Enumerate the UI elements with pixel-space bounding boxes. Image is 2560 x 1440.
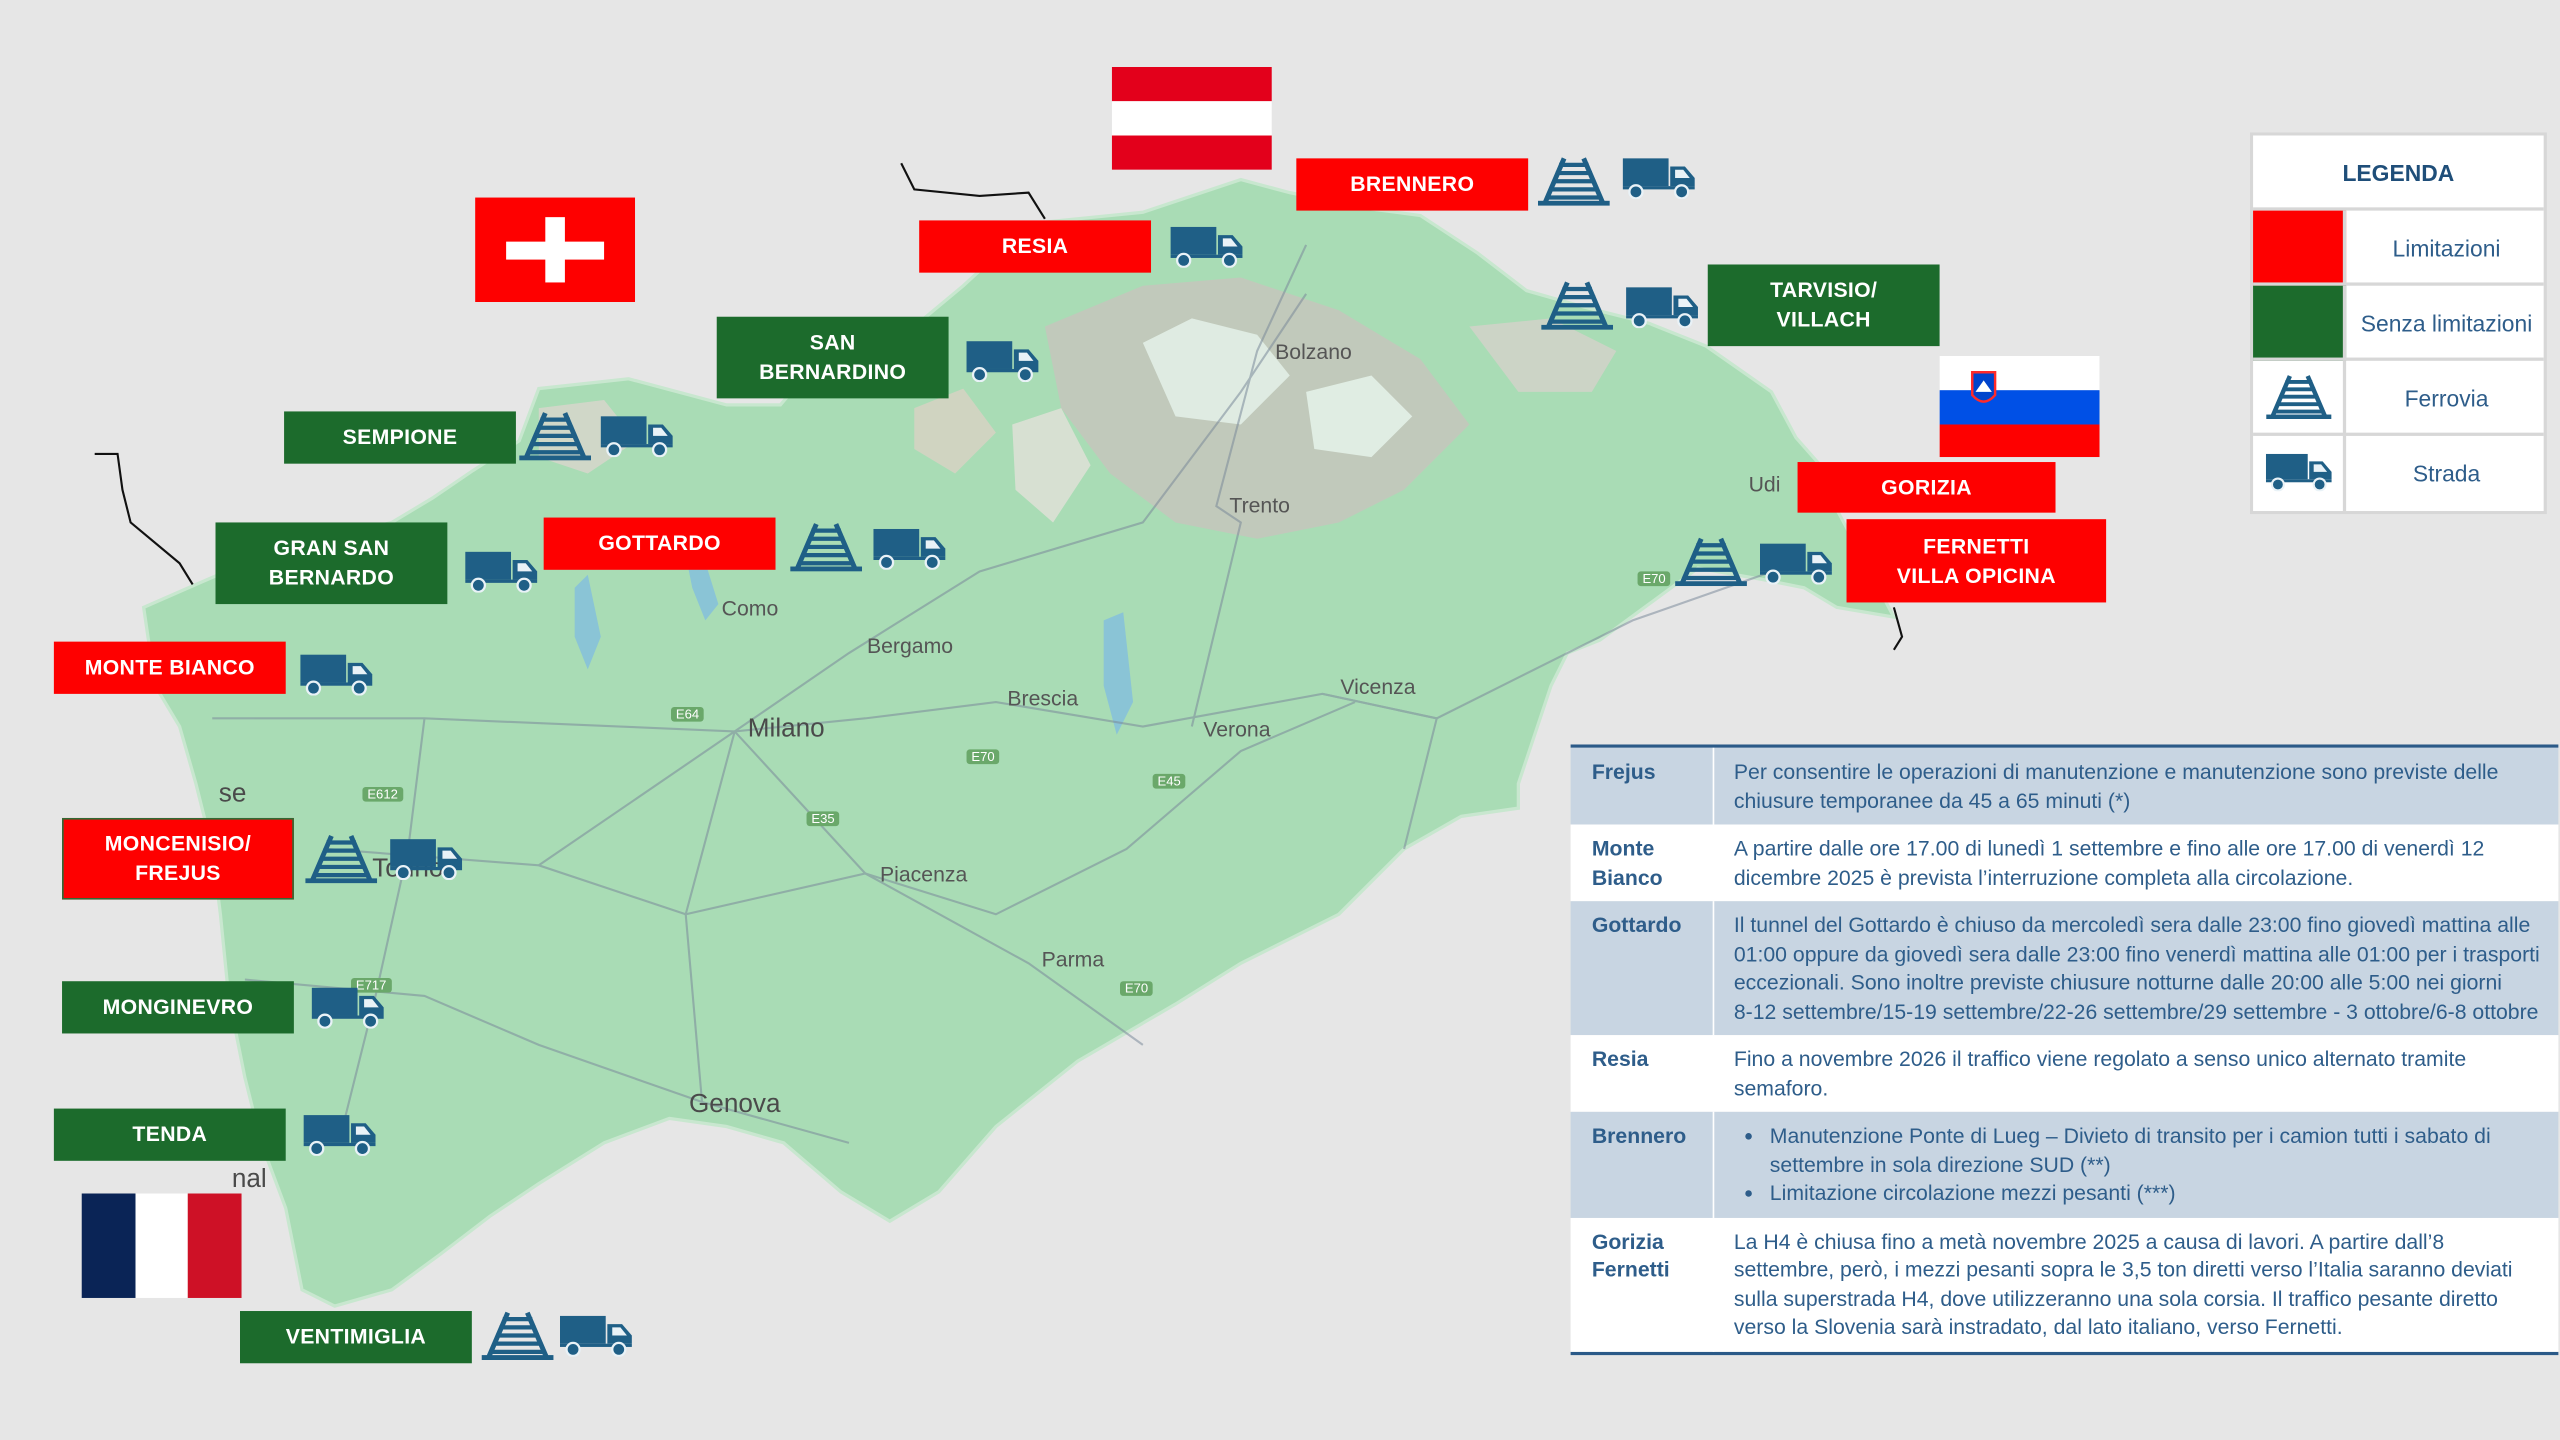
row-key: Gottardo — [1571, 901, 1715, 1036]
road-shield: E70 — [1637, 571, 1671, 587]
table-row: Monte Bianco A partire dalle ore 17.00 d… — [1570, 824, 2559, 902]
crossing-san-bernardino[interactable]: SAN BERNARDINO — [716, 316, 949, 399]
truck-icon — [1169, 225, 1244, 267]
truck-icon — [872, 527, 947, 569]
france-flag — [81, 1193, 242, 1298]
road-shield: E612 — [362, 786, 403, 802]
railway-icon — [790, 522, 862, 571]
city-label: Vicenza — [1340, 674, 1416, 699]
bullet-list: Manutenzione Ponte di Lueg – Divieto di … — [1734, 1122, 2545, 1208]
railway-icon — [482, 1311, 554, 1360]
table-row: Gottardo Il tunnel del Gottardo è chiuso… — [1570, 901, 2559, 1036]
city-label: Udi — [1748, 471, 1781, 497]
crossing-fernetti-villa-opicina[interactable]: FERNETTI VILLA OPICINA — [1846, 519, 2107, 603]
truck-icon — [310, 986, 385, 1028]
legend: LEGENDA Limitazioni Senza limitazioni Fe… — [2249, 132, 2547, 515]
city-label: Trento — [1229, 493, 1290, 518]
city-label: Parma — [1041, 946, 1105, 972]
stage: Bolzano Trento Udi Como Bergamo Milano B… — [0, 0, 2560, 1440]
railway-icon — [305, 834, 377, 883]
legend-item-limitazioni: Limitazioni — [2253, 207, 2544, 286]
railway-icon — [1538, 157, 1610, 206]
row-key: Monte Bianco — [1571, 824, 1715, 902]
legend-title: LEGENDA — [2342, 160, 2455, 187]
row-key: Resia — [1571, 1035, 1715, 1112]
slovenia-flag — [1939, 355, 2100, 458]
truck-icon — [389, 838, 464, 880]
switzerland-flag — [475, 197, 636, 303]
truck-icon — [299, 653, 374, 695]
row-text: La H4 è chiusa fino a metà novembre 2025… — [1733, 1228, 2513, 1339]
legend-label: Senza limitazioni — [2360, 309, 2533, 336]
truck-icon — [2264, 452, 2333, 491]
austria-flag — [1111, 66, 1272, 170]
legend-label: Strada — [2412, 459, 2481, 486]
truck-icon — [1758, 542, 1833, 584]
city-label: Bergamo — [866, 633, 954, 658]
legend-swatch-icon — [2253, 360, 2347, 436]
table-row: Resia Fino a novembre 2026 il traffico v… — [1570, 1035, 2559, 1112]
railway-icon — [1675, 537, 1747, 586]
railway-icon — [1541, 281, 1613, 330]
legend-label: Ferrovia — [2404, 384, 2489, 411]
legend-label: Limitazioni — [2392, 234, 2501, 261]
crossing-monginevro[interactable]: MONGINEVRO — [62, 981, 294, 1034]
crossing-resia[interactable]: RESIA — [919, 220, 1152, 273]
city-label: Como — [721, 595, 779, 621]
row-key: Brennero — [1571, 1111, 1715, 1218]
road-shield: E64 — [671, 706, 705, 722]
road-shield: E45 — [1152, 773, 1186, 789]
crossing-tarvisio-villach[interactable]: TARVISIO/ VILLACH — [1707, 264, 1940, 347]
crossing-brennero[interactable]: BRENNERO — [1296, 158, 1529, 211]
road-shield: E70 — [1120, 981, 1154, 996]
crossing-ventimiglia[interactable]: VENTIMIGLIA — [240, 1311, 472, 1364]
row-text: A partire dalle ore 17.00 di lunedì 1 se… — [1733, 835, 2485, 889]
row-key: Frejus — [1571, 747, 1715, 825]
crossing-gorizia[interactable]: GORIZIA — [1797, 462, 2056, 513]
info-table: Frejus Per consentire le operazioni di m… — [1570, 744, 2559, 1355]
legend-item-strada: Strada — [2253, 432, 2544, 512]
city-label: nal — [231, 1165, 267, 1194]
railway-icon — [2266, 374, 2331, 420]
truck-icon — [1624, 286, 1699, 328]
truck-icon — [1621, 157, 1696, 199]
legend-item-senza-limitazioni: Senza limitazioni — [2253, 282, 2544, 361]
crossing-moncenisio-frejus[interactable]: MONCENISIO/ FREJUS — [62, 817, 294, 900]
city-label: Brescia — [1007, 685, 1079, 711]
table-row: Gorizia Fernetti La H4 è chiusa fino a m… — [1570, 1217, 2559, 1352]
bullet-item: Limitazione circolazione mezzi pesanti (… — [1770, 1179, 2546, 1208]
crossing-tenda[interactable]: TENDA — [53, 1108, 286, 1161]
row-bullets: Manutenzione Ponte di Lueg – Divieto di … — [1714, 1112, 2558, 1217]
row-key: Gorizia Fernetti — [1571, 1217, 1715, 1352]
truck-icon — [599, 415, 674, 457]
legend-swatch-red — [2253, 210, 2347, 286]
truck-icon — [464, 550, 539, 592]
road-shield: E35 — [806, 811, 840, 827]
crossing-monte-bianco[interactable]: MONTE BIANCO — [53, 641, 286, 694]
truck-icon — [965, 340, 1040, 382]
legend-swatch-icon — [2253, 435, 2347, 512]
railway-icon — [519, 411, 591, 460]
city-label: Verona — [1203, 716, 1271, 742]
road-shield: E70 — [966, 749, 1000, 765]
table-row: Brennero Manutenzione Ponte di Lueg – Di… — [1570, 1111, 2559, 1218]
crossing-gottardo[interactable]: GOTTARDO — [543, 517, 776, 570]
bullet-item: Manutenzione Ponte di Lueg – Divieto di … — [1770, 1122, 2546, 1179]
city-label: Genova — [688, 1090, 781, 1119]
row-text: Il tunnel del Gottardo è chiuso da merco… — [1733, 912, 2540, 1023]
truck-icon — [558, 1314, 633, 1356]
crossing-sempione[interactable]: SEMPIONE — [284, 411, 516, 464]
truck-icon — [302, 1113, 377, 1155]
legend-item-ferrovia: Ferrovia — [2253, 357, 2544, 436]
legend-swatch-green — [2253, 285, 2347, 361]
city-label: Bolzano — [1275, 339, 1352, 365]
crossing-gran-san-bernardo[interactable]: GRAN SAN BERNARDO — [215, 522, 448, 605]
city-label: Piacenza — [880, 862, 968, 887]
row-text: Per consentire le operazioni di manutenz… — [1733, 759, 2499, 813]
row-text: Fino a novembre 2026 il traffico viene r… — [1733, 1046, 2467, 1100]
city-label: Milano — [747, 715, 825, 743]
city-label: se — [218, 780, 247, 809]
table-row: Frejus Per consentire le operazioni di m… — [1570, 747, 2559, 825]
